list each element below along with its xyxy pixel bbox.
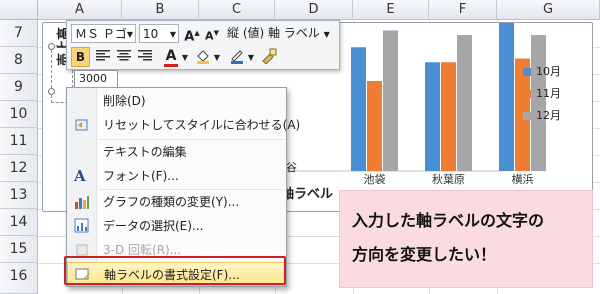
row-header-7[interactable]: 7 [0,20,38,47]
select-all-corner[interactable] [0,0,38,20]
column-header-e[interactable]: E [353,0,429,20]
outline-color-button[interactable] [227,48,247,67]
vertical-text-label: 縦 (値) 軸 ラベル [227,26,320,40]
x-tick-label: 秋葉原 [432,172,465,186]
fill-color-button[interactable] [193,48,213,67]
font-color-icon: A [165,48,177,64]
menu-item-font[interactable]: A フォント(F)... [67,164,286,188]
grow-font-button[interactable]: A▲ [183,24,201,45]
font-size-dropdown[interactable]: 10 ▼ [139,24,179,43]
row-header-15[interactable]: 15 [0,236,38,263]
bar-横浜-10月[interactable] [499,23,514,171]
annotation-callout: 入力した軸ラベルの文字の 方向を変更したい！ [339,190,593,288]
legend-swatch [523,90,531,98]
menu-item-label: 削除(D) [103,94,146,108]
legend-item-nov[interactable]: 11月 [523,85,561,100]
bold-button[interactable]: B [71,47,90,67]
reset-style-icon [75,119,88,131]
font-icon: A [74,167,86,185]
selection-handle[interactable] [48,43,55,50]
menu-item-label: リセットしてスタイルに合わせる(A) [103,118,301,132]
menu-item-label: グラフの種類の変更(Y)... [103,195,240,209]
row-header-8[interactable]: 8 [0,47,38,74]
select-data-icon [74,218,89,233]
callout-line-2: 方向を変更したい！ [352,245,497,264]
legend-item-dec[interactable]: 12月 [523,107,561,122]
bold-icon: B [75,50,86,64]
format-painter-button[interactable] [259,48,279,67]
font-color-swatch [164,64,178,67]
selection-handle[interactable] [48,88,55,95]
menu-item-edit-text[interactable]: テキストの編集 [67,140,286,164]
shrink-font-icon: A [205,29,214,43]
row-header-14[interactable]: 14 [0,209,38,236]
chevron-down-icon[interactable]: ▼ [213,48,221,67]
menu-item-select-data[interactable]: データの選択(E)... [67,214,286,238]
column-header-c[interactable]: C [199,0,275,20]
row-header-11[interactable]: 11 [0,128,38,155]
row-header-13[interactable]: 13 [0,182,38,209]
legend-label: 11月 [536,87,561,100]
chevron-down-icon[interactable]: ▼ [181,48,189,67]
font-name-dropdown[interactable]: ＭＳ Ｐゴ ▼ [71,24,136,43]
legend-label: 10月 [536,65,561,78]
row-header-12[interactable]: 12 [0,155,38,182]
format-painter-icon [262,48,277,65]
chevron-down-icon: ▼ [126,30,133,39]
align-center-icon [117,50,131,61]
menu-item-label: データの選択(E)... [103,219,204,233]
partial-category-label: 谷 [286,161,297,174]
row-header-10[interactable]: 10 [0,101,38,128]
align-center-button[interactable] [115,48,133,67]
x-tick-label: 横浜 [512,172,534,186]
excel-window: { "sheet": { "columns": ["A", "B", "C", … [0,0,600,294]
chart-type-icon [75,196,89,209]
pen-outline-icon [231,50,243,64]
legend-item-oct[interactable]: 10月 [523,63,561,78]
column-header-a[interactable]: A [38,0,122,20]
bar-池袋-12月[interactable] [383,30,398,171]
callout-line-1: 入力した軸ラベルの文字の [352,211,545,230]
bar-秋葉原-11月[interactable] [441,62,456,171]
x-tick-label: 池袋 [364,172,386,186]
column-header-f[interactable]: F [429,0,497,20]
legend-swatch [523,68,531,76]
menu-item-label: テキストの編集 [103,145,187,159]
bar-池袋-10月[interactable] [351,47,366,171]
highlight-frame [64,256,286,285]
menu-item-delete[interactable]: 削除(D) [67,89,286,113]
bar-横浜-12月[interactable] [531,35,546,171]
row-header-9[interactable]: 9 [0,74,38,101]
align-left-icon [96,50,110,61]
font-size-value: 10 [143,27,159,41]
row-header-16[interactable]: 16 [0,263,38,294]
chevron-down-icon: ▼ [169,30,176,39]
menu-item-reset-style[interactable]: リセットしてスタイルに合わせる(A) [67,113,300,137]
vertical-text-dropdown[interactable]: 縦 (値) 軸 ラベル ▼ [225,24,337,43]
mini-toolbar: ＭＳ Ｐゴ ▼ 10 ▼ A▲ A▼ 縦 (値) 軸 ラベル ▼ B A ▼ ▼… [66,20,340,70]
grow-font-icon: A [184,29,195,45]
bar-秋葉原-10月[interactable] [425,62,440,171]
align-right-icon [138,50,152,61]
legend-swatch [523,112,531,120]
menu-item-change-chart-type[interactable]: グラフの種類の変更(Y)... [67,190,286,214]
font-color-button[interactable]: A [161,47,181,67]
legend-label: 12月 [536,109,561,122]
column-header-g[interactable]: G [497,0,600,20]
column-header-d[interactable]: D [275,0,353,20]
align-left-button[interactable] [94,48,112,67]
align-right-button[interactable] [136,48,154,67]
menu-item-label: フォント(F)... [103,169,179,183]
bar-池袋-11月[interactable] [367,81,382,171]
paint-bucket-icon [197,50,209,64]
column-header-row: A B C D E F G [0,0,600,20]
shrink-font-button[interactable]: A▼ [203,24,221,43]
font-name-value: ＭＳ Ｐゴ [75,27,127,41]
axis-value-label[interactable]: 3000 [74,70,118,88]
chevron-down-icon: ▼ [323,30,330,39]
bar-秋葉原-12月[interactable] [457,35,472,171]
column-header-b[interactable]: B [122,0,199,20]
x-axis-title[interactable]: 軸ラベル [281,183,333,202]
chevron-down-icon[interactable]: ▼ [247,48,255,67]
